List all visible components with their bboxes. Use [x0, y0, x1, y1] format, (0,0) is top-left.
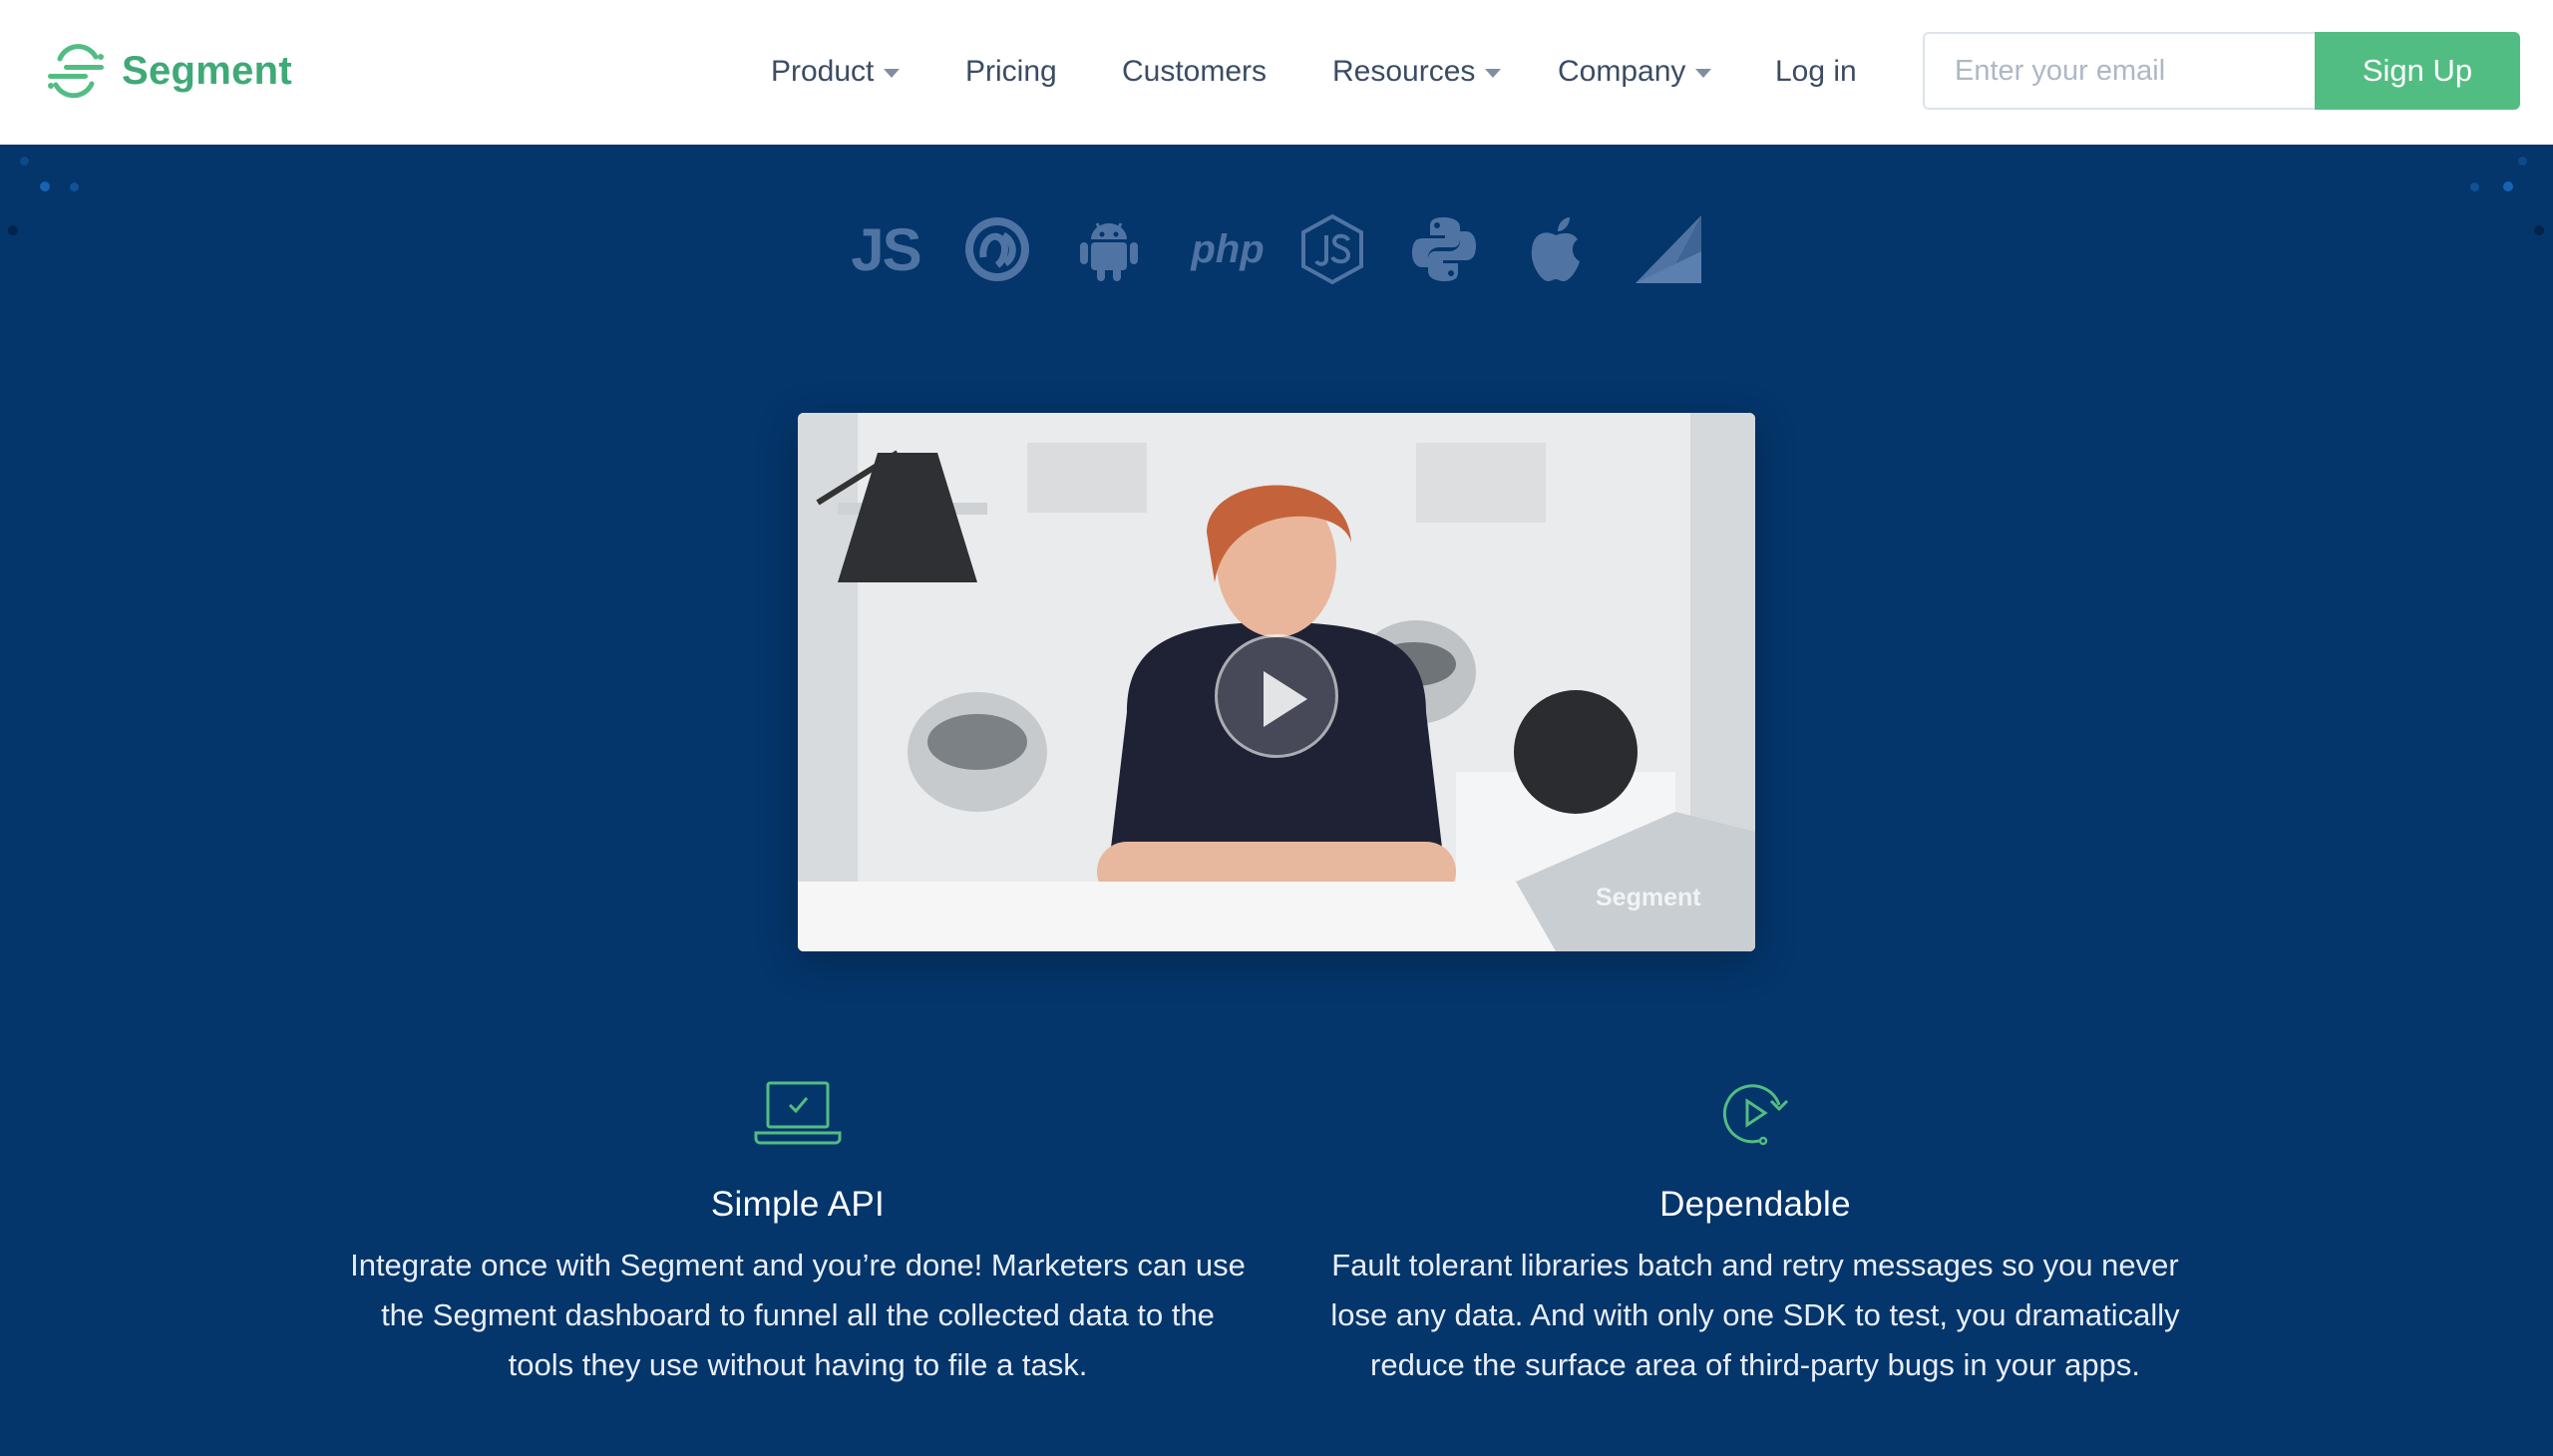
intro-video[interactable]: Segment — [798, 413, 1755, 951]
python-icon — [1412, 217, 1476, 281]
email-input[interactable] — [1923, 32, 2316, 110]
js-icon: JS — [851, 215, 921, 283]
apple-icon — [1531, 217, 1580, 281]
nodejs-library[interactable] — [1294, 209, 1370, 289]
brand-logo[interactable]: Segment — [46, 40, 292, 102]
nav-item-label: Product — [771, 55, 875, 88]
clojure-library[interactable] — [959, 209, 1035, 289]
laptop-check-icon — [754, 1081, 842, 1145]
nav-item-login[interactable]: Log in — [1775, 46, 1857, 98]
feature-dependable: Dependable Fault tolerant libraries batc… — [1306, 1077, 2204, 1390]
nav-item-customers[interactable]: Customers — [1122, 46, 1267, 98]
php-library[interactable]: php — [1183, 209, 1273, 289]
nav-item-pricing[interactable]: Pricing — [965, 46, 1057, 98]
feature-title: Dependable — [1659, 1185, 1851, 1224]
feature-description: Fault tolerant libraries batch and retry… — [1330, 1248, 2180, 1382]
segment-logo-icon — [48, 44, 104, 99]
ios-library[interactable] — [1518, 209, 1594, 289]
sign-up-button[interactable]: Sign Up — [2315, 32, 2520, 110]
brand-name: Segment — [122, 48, 293, 93]
android-icon — [1080, 222, 1138, 281]
nav-item-label: Customers — [1122, 55, 1268, 88]
python-library[interactable] — [1406, 209, 1482, 289]
play-retry-icon — [1722, 1084, 1789, 1146]
nav-item-label: Company — [1558, 55, 1686, 88]
feature-title: Simple API — [710, 1185, 886, 1224]
site-header: Segment Product Pricing Customers Resour… — [0, 0, 2553, 145]
xamarin-icon — [1636, 215, 1701, 283]
nav-item-label: Pricing — [965, 55, 1057, 88]
caret-down-icon — [1695, 68, 1712, 78]
play-button[interactable] — [1215, 634, 1338, 758]
xamarin-library[interactable] — [1630, 209, 1705, 289]
video-watermark: Segment — [1596, 884, 1701, 911]
nav-item-company[interactable]: Company — [1558, 46, 1712, 98]
android-library[interactable] — [1071, 209, 1147, 289]
caret-down-icon — [1485, 68, 1502, 78]
caret-down-icon — [884, 68, 901, 78]
nav-item-label: Resources — [1332, 55, 1476, 88]
library-icons: JS php — [848, 209, 1705, 289]
javascript-library[interactable]: JS — [848, 209, 923, 289]
nav-item-label: Log in — [1775, 55, 1857, 88]
nodejs-icon — [1301, 213, 1363, 285]
php-icon: php — [1191, 226, 1265, 271]
feature-simple-api: Simple API Integrate once with Segment a… — [349, 1077, 1247, 1390]
nav-item-resources[interactable]: Resources — [1332, 46, 1502, 98]
clojure-icon — [965, 217, 1029, 281]
nav-item-product[interactable]: Product — [771, 46, 901, 98]
feature-description: Integrate once with Segment and you’re d… — [350, 1248, 1246, 1382]
